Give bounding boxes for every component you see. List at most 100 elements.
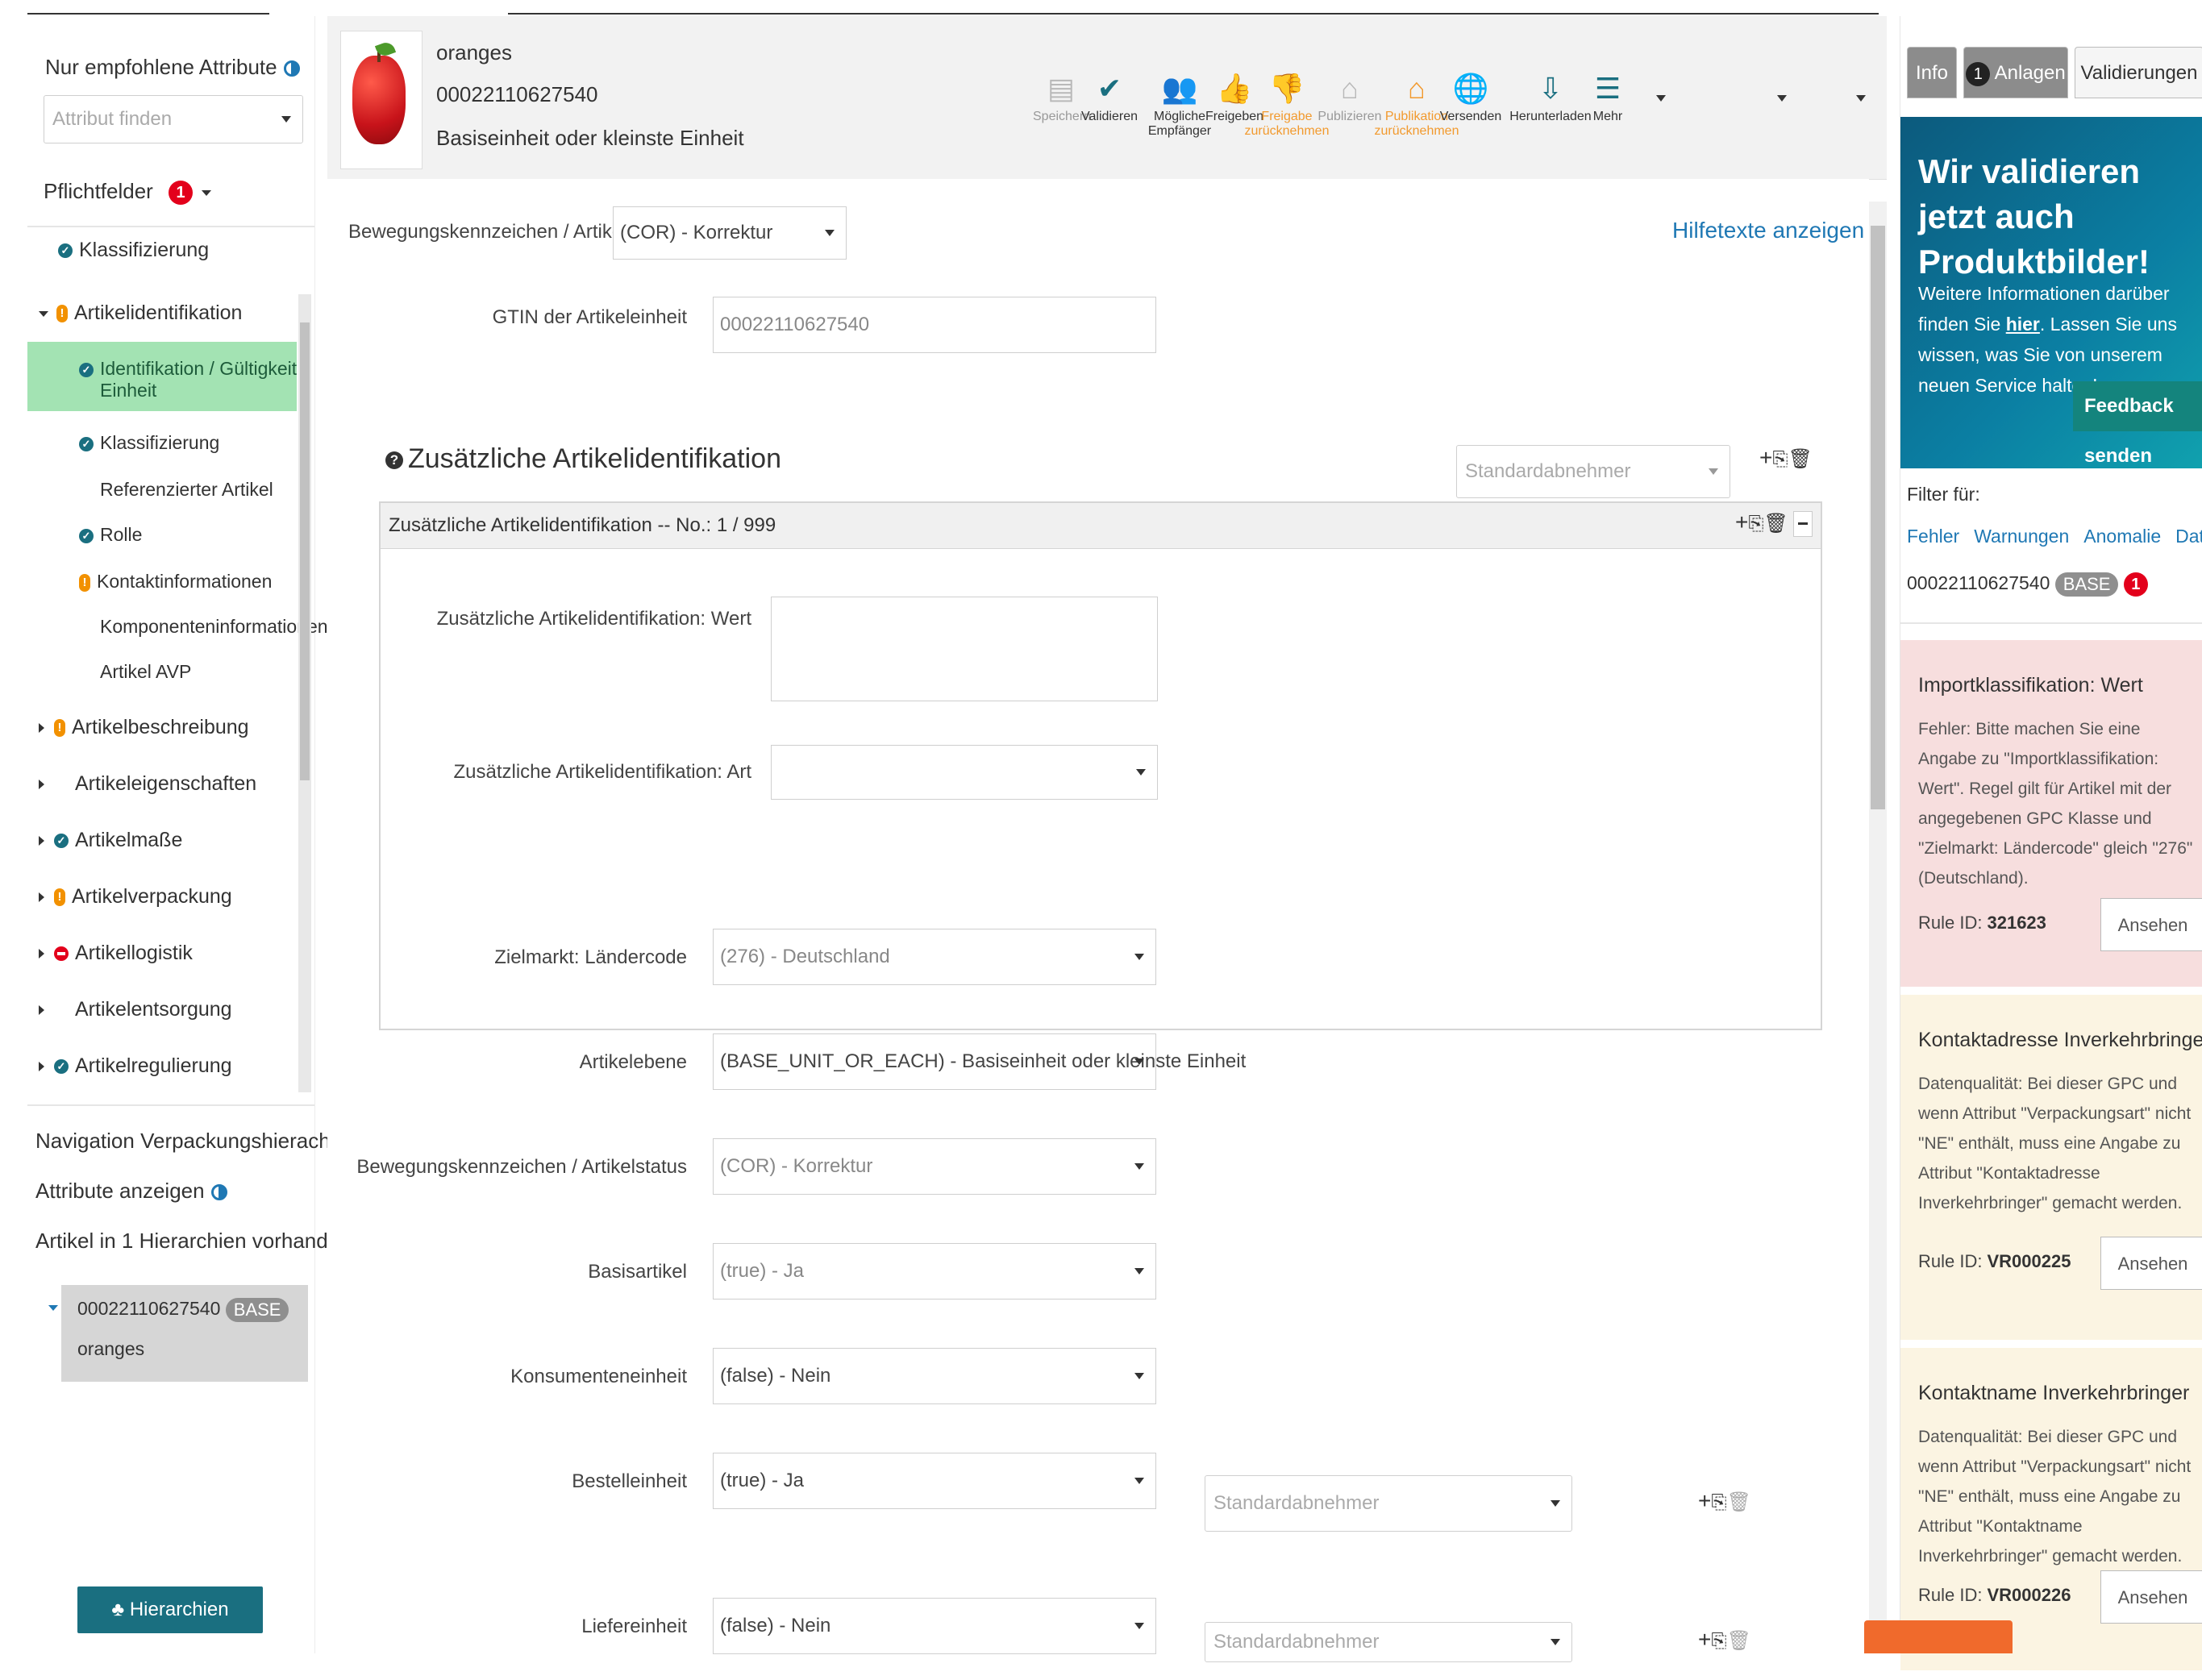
copy-icon[interactable]: ⎘: [1711, 1630, 1726, 1652]
help-texts-toggle[interactable]: Hilfetexte anzeigen: [1672, 218, 1888, 243]
chevron-right-icon[interactable]: [39, 836, 44, 846]
chevron-down-icon[interactable]: [48, 1301, 66, 1316]
tab-info[interactable]: Info: [1907, 47, 1957, 98]
field-select[interactable]: (false) - Nein: [713, 1348, 1156, 1404]
add-icon[interactable]: +: [1759, 445, 1772, 470]
status-select[interactable]: (COR) - Korrektur: [613, 206, 847, 260]
show-attributes-row[interactable]: Attribute anzeigen: [35, 1179, 227, 1204]
tree-item[interactable]: ✓ Artikelregulierung: [39, 1054, 232, 1078]
tree-item[interactable]: ! Kontaktinformationen: [79, 571, 272, 593]
chevron-right-icon[interactable]: [39, 723, 44, 734]
tree-item[interactable]: ✓ Artikelmaße: [39, 829, 182, 852]
tree-item[interactable]: ! Artikelverpackung: [39, 885, 232, 909]
toggle-icon[interactable]: [210, 1184, 227, 1201]
chevron-right-icon[interactable]: [39, 892, 44, 903]
view-rule-button[interactable]: Ansehen: [2100, 898, 2202, 951]
field-select[interactable]: (COR) - Korrektur: [713, 1138, 1156, 1195]
rule-id-value: 321623: [1987, 913, 2046, 933]
tab-validations[interactable]: Validierungen: [2075, 47, 2202, 98]
attribute-search-select[interactable]: Attribut finden: [44, 95, 303, 143]
filter-link[interactable]: Warnungen: [1974, 526, 2069, 547]
filter-link[interactable]: Anomalie: [2083, 526, 2161, 547]
chevron-down-icon[interactable]: [1777, 95, 1787, 102]
tree-item[interactable]: Artikeleigenschaften: [39, 772, 256, 796]
delete-icon[interactable]: 🗑: [1727, 1491, 1751, 1513]
view-rule-button[interactable]: Ansehen: [2100, 1570, 2202, 1624]
group-type-select[interactable]: [771, 745, 1158, 800]
toolbar-button[interactable]: ☰ Mehr: [1584, 73, 1632, 124]
feedback-button[interactable]: Feedback senden: [2073, 381, 2202, 467]
recommended-toggle-row[interactable]: Nur empfohlene Attribute: [45, 55, 300, 80]
delete-icon[interactable]: 🗑: [1788, 448, 1813, 470]
toolbar-button[interactable]: 🌐 Versenden: [1434, 73, 1507, 124]
add-icon[interactable]: +: [1698, 1488, 1711, 1513]
standard-receiver-select[interactable]: Standardabnehmer: [1456, 445, 1730, 498]
field-value: (false) - Nein: [720, 1365, 831, 1387]
collapse-icon[interactable]: [1793, 510, 1813, 537]
edit-hierarchies-label: Hierarchien bearbeiten: [124, 1599, 229, 1667]
chevron-down-icon: [202, 189, 212, 196]
apple-image: [352, 56, 406, 144]
chevron-right-icon[interactable]: [39, 949, 44, 959]
chevron-right-icon[interactable]: [39, 1005, 44, 1016]
toolbar-button[interactable]: ⇩ Herunterladen: [1506, 73, 1595, 124]
warning-icon: !: [79, 573, 90, 592]
product-gtin: 00022110627540: [436, 82, 598, 106]
field-select[interactable]: (true) - Ja: [713, 1453, 1156, 1509]
help-texts-link[interactable]: Hilfetexte anzeigen: [1672, 218, 1864, 243]
copy-icon[interactable]: ⎘: [1772, 448, 1788, 470]
content-scrollbar-thumb[interactable]: [1871, 226, 1885, 809]
chevron-down-icon[interactable]: [39, 310, 48, 317]
tree-item[interactable]: Artikellogistik: [39, 942, 193, 965]
tree-item[interactable]: ! Artikelidentifikation: [39, 301, 242, 325]
promo-link[interactable]: hier: [2006, 314, 2040, 335]
chevron-down-icon[interactable]: [1856, 95, 1866, 102]
validation-item[interactable]: 00022110627540 BASE 1: [1907, 572, 2148, 597]
tree-scrollbar-thumb[interactable]: [300, 322, 310, 780]
filter-link[interactable]: Datenqualität: [2175, 526, 2202, 547]
field-select[interactable]: (276) - Deutschland: [713, 929, 1156, 985]
field-select[interactable]: (true) - Ja: [713, 1243, 1156, 1300]
tree-item[interactable]: Artikelentsorgung: [39, 998, 232, 1021]
field-select[interactable]: (false) - Nein: [713, 1598, 1156, 1654]
toggle-icon[interactable]: [283, 60, 300, 77]
field-label: Basisartikel: [588, 1261, 687, 1283]
tree-item[interactable]: Artikel AVP: [79, 661, 191, 683]
chevron-down-icon[interactable]: [1656, 95, 1666, 102]
tree-item[interactable]: Referenzierter Artikel: [79, 479, 273, 501]
group-value-field[interactable]: [771, 597, 1158, 701]
copy-icon[interactable]: ⎘: [1711, 1491, 1726, 1513]
toolbar-label-2: zurücknehmen: [1244, 124, 1330, 138]
tab-attachments[interactable]: 1 Anlagen: [1963, 47, 2068, 98]
filter-link[interactable]: Fehler: [1907, 526, 1959, 547]
toolbar-icon: ☰: [1594, 72, 1621, 105]
delete-icon[interactable]: 🗑: [1727, 1630, 1751, 1652]
hierarchy-item[interactable]: 00022110627540 BASE oranges: [61, 1285, 308, 1382]
promo-title: Wir validieren jetzt auch Produktbilder!: [1918, 149, 2202, 285]
tree-item[interactable]: ✓ Klassifizierung: [79, 432, 219, 454]
edit-hierarchies-button[interactable]: ♣ Hierarchien bearbeiten: [77, 1586, 263, 1667]
add-icon[interactable]: +: [1735, 509, 1748, 534]
orange-action-button[interactable]: [1864, 1620, 2013, 1653]
chevron-right-icon[interactable]: [39, 780, 44, 790]
tree-item[interactable]: ✓ Rolle: [79, 524, 142, 546]
chevron-down-icon: [1551, 1500, 1560, 1507]
tree-item-label: Komponenteninformationen: [100, 616, 328, 637]
required-fields-row[interactable]: Pflichtfelder 1: [44, 179, 219, 206]
toolbar-button[interactable]: ✔ Validieren: [1081, 73, 1138, 124]
standard-receiver-select-delivery[interactable]: Standardabnehmer: [1205, 1622, 1572, 1662]
standard-receiver-select-order[interactable]: Standardabnehmer: [1205, 1475, 1572, 1532]
tree-item[interactable]: ! Artikelbeschreibung: [39, 716, 249, 739]
copy-icon[interactable]: ⎘: [1748, 513, 1763, 534]
add-icon[interactable]: +: [1698, 1627, 1711, 1652]
hierarchy-item-name: oranges: [77, 1338, 145, 1359]
chevron-right-icon[interactable]: [39, 1062, 44, 1072]
view-rule-button[interactable]: Ansehen: [2100, 1237, 2202, 1290]
delete-icon[interactable]: 🗑: [1764, 513, 1788, 534]
tree-item[interactable]: ✓ Identifikation / Gültigkeit / Einheit: [79, 358, 307, 401]
tree-item[interactable]: Komponenteninformationen: [79, 616, 328, 638]
gtin-field[interactable]: 00022110627540: [713, 297, 1156, 353]
help-icon[interactable]: ?: [385, 451, 403, 470]
field-select[interactable]: (BASE_UNIT_OR_EACH) - Basiseinheit oder …: [713, 1033, 1246, 1090]
tree-item[interactable]: ✓ Klassifizierung: [39, 239, 209, 262]
